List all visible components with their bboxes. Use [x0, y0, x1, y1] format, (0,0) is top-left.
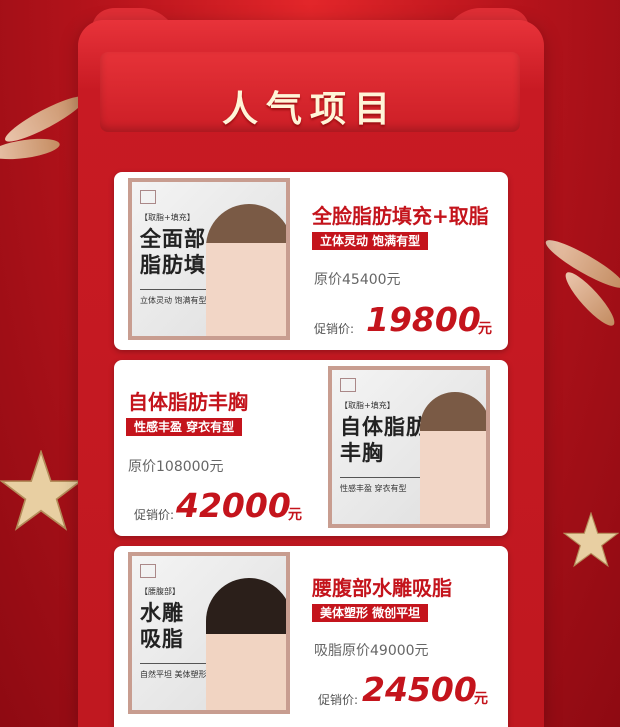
- product-name: 腰腹部水雕吸脂: [312, 576, 452, 600]
- gold-star-icon: [0, 450, 82, 531]
- product-card[interactable]: 自体脂肪丰胸 性感丰盈 穿衣有型 原价108000元 促销价: 42000 元 …: [114, 360, 508, 536]
- product-card[interactable]: 【腰腹部】 水雕 吸脂 自然平坦 美体塑形 腰腹部水雕吸脂 美体塑形 微创平坦 …: [114, 546, 508, 727]
- promo-price: 24500: [362, 670, 477, 709]
- product-card[interactable]: 【取脂+填充】 全面部 脂肪填充 立体灵动 饱满有型 全脸脂肪填充+取脂 立体灵…: [114, 172, 508, 350]
- price-unit: 元: [288, 507, 302, 523]
- image-headline: 水雕 吸脂: [140, 601, 184, 651]
- image-tag: 【取脂+填充】: [140, 213, 195, 222]
- brand-logo-icon: [140, 190, 156, 204]
- promo-label: 促销价:: [314, 322, 355, 336]
- product-image: 【取脂+填充】 自体脂肪 丰胸 性感丰盈 穿衣有型: [328, 366, 490, 528]
- image-tag: 【取脂+填充】: [340, 401, 395, 410]
- price-unit: 元: [474, 691, 488, 707]
- original-price: 原价45400元: [314, 272, 401, 288]
- page-title: 人气项目: [221, 89, 398, 130]
- gold-star-icon: [563, 512, 619, 568]
- model-photo: [420, 392, 486, 524]
- promo-label: 促销价:: [134, 508, 175, 522]
- product-tagline: 立体灵动 饱满有型: [312, 232, 429, 250]
- brand-logo-icon: [140, 564, 156, 578]
- original-price: 吸脂原价49000元: [314, 643, 429, 659]
- brand-logo-icon: [340, 378, 356, 392]
- product-name: 自体脂肪丰胸: [128, 390, 248, 414]
- image-tag: 【腰腹部】: [140, 587, 180, 596]
- model-photo: [206, 204, 286, 336]
- promo-price: 19800: [366, 300, 481, 339]
- product-tagline: 性感丰盈 穿衣有型: [126, 418, 243, 436]
- price-unit: 元: [478, 321, 492, 337]
- promo-price: 42000: [176, 486, 291, 525]
- product-image: 【取脂+填充】 全面部 脂肪填充 立体灵动 饱满有型: [128, 178, 290, 340]
- product-image: 【腰腹部】 水雕 吸脂 自然平坦 美体塑形: [128, 552, 290, 714]
- image-subtitle: 性感丰盈 穿衣有型: [340, 477, 420, 494]
- promo-label: 促销价:: [318, 693, 359, 707]
- original-price: 原价108000元: [128, 459, 224, 475]
- product-name: 全脸脂肪填充+取脂: [312, 204, 489, 228]
- image-headline: 自体脂肪 丰胸: [340, 415, 428, 465]
- model-photo: [206, 578, 286, 710]
- product-tagline: 美体塑形 微创平坦: [312, 604, 429, 622]
- promo-page: 人气项目 【取脂+填充】 全面部 脂肪填充 立体灵动 饱满有型 全脸脂肪填充+取…: [0, 0, 620, 727]
